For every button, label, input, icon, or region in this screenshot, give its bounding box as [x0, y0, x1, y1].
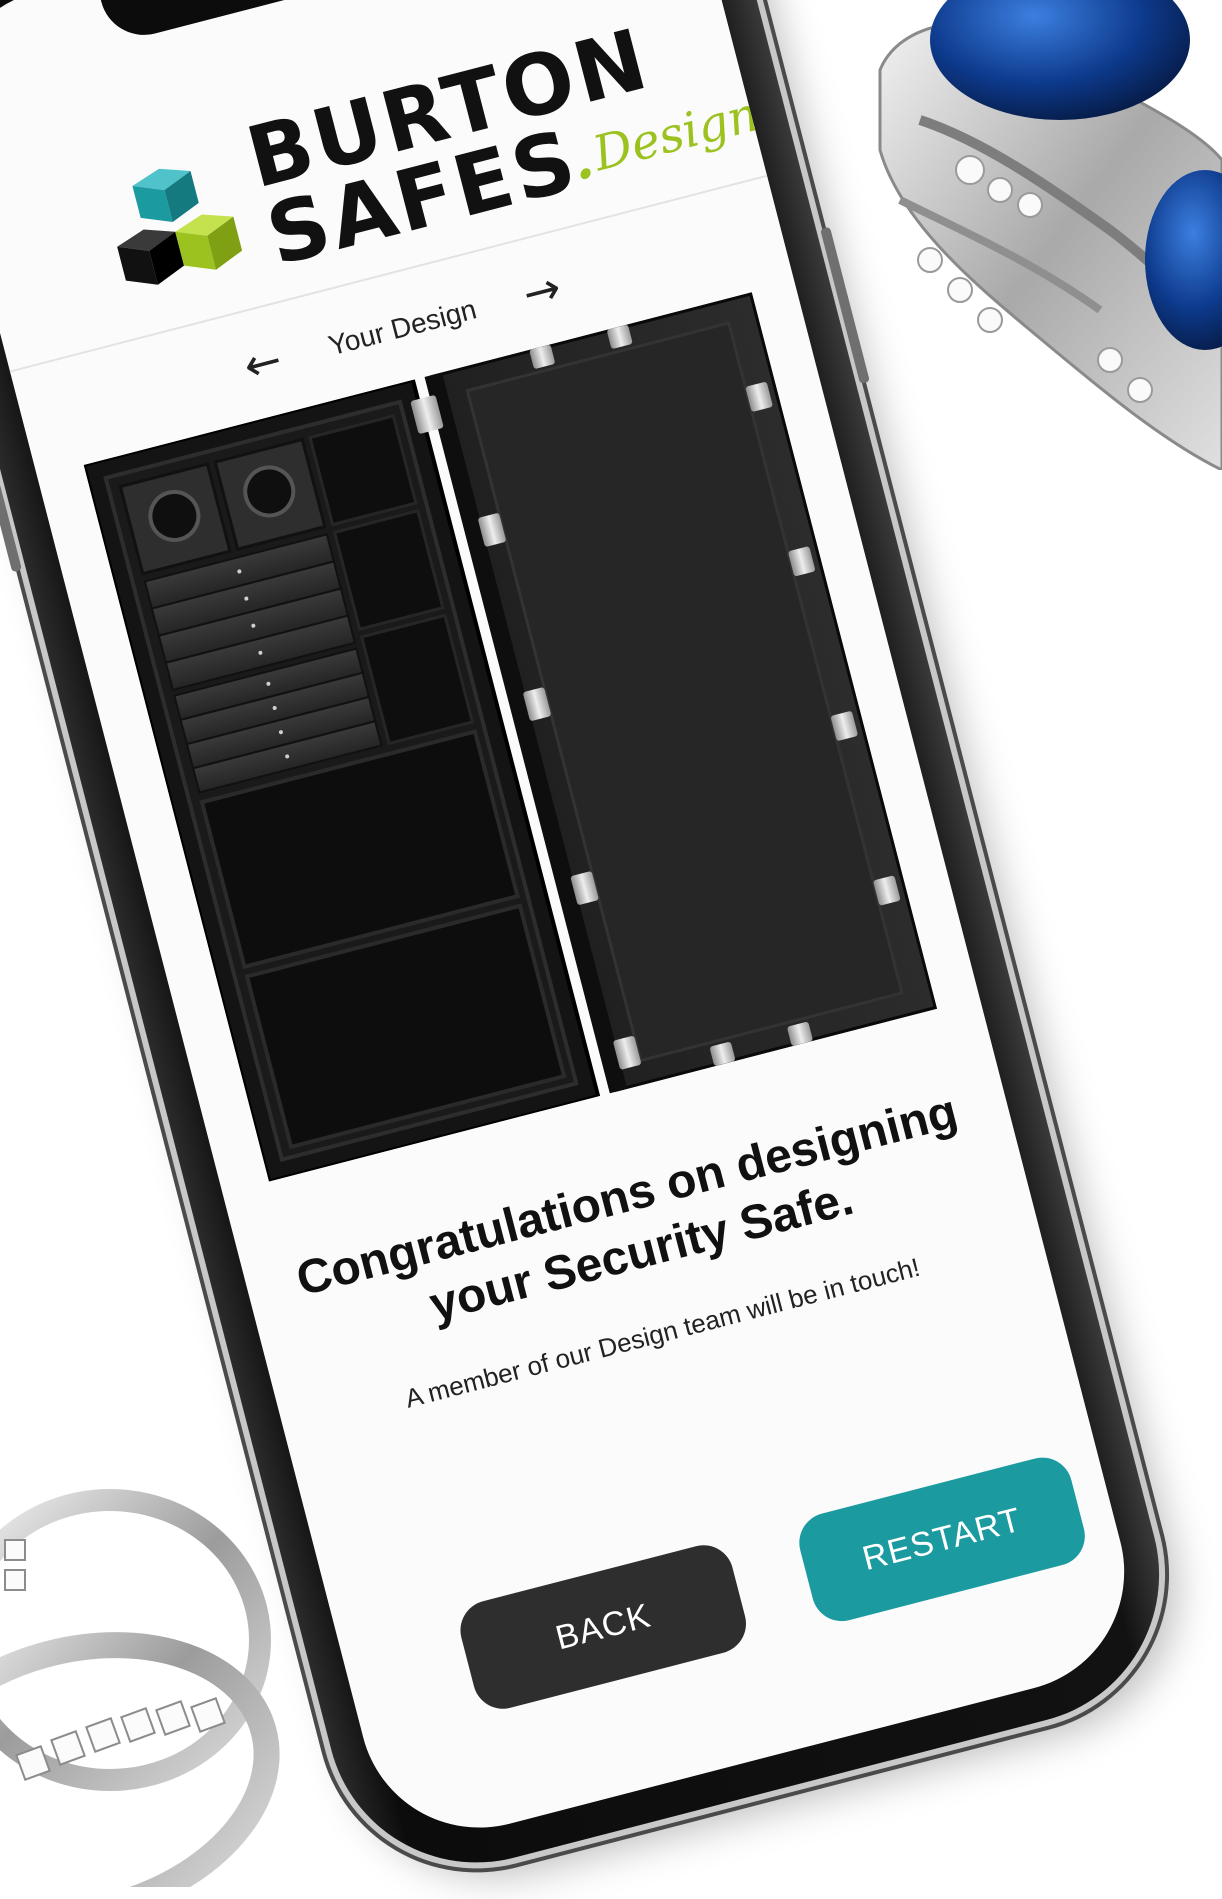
arrow-left-icon[interactable]: ← — [239, 334, 287, 393]
cubes-logo-icon — [117, 168, 243, 285]
safe-design-image — [83, 292, 938, 1182]
nav-title: Your Design — [325, 293, 480, 362]
arrow-right-icon[interactable]: → — [518, 262, 566, 321]
restart-button[interactable]: RESTART — [792, 1451, 1092, 1628]
safe-illustration — [83, 292, 938, 1182]
phone-mockup: BURTON SAFES . Design ← Your Design → Co… — [0, 0, 1222, 1896]
phone-device: BURTON SAFES . Design ← Your Design → Co… — [0, 0, 1192, 1896]
back-button[interactable]: BACK — [453, 1538, 753, 1716]
